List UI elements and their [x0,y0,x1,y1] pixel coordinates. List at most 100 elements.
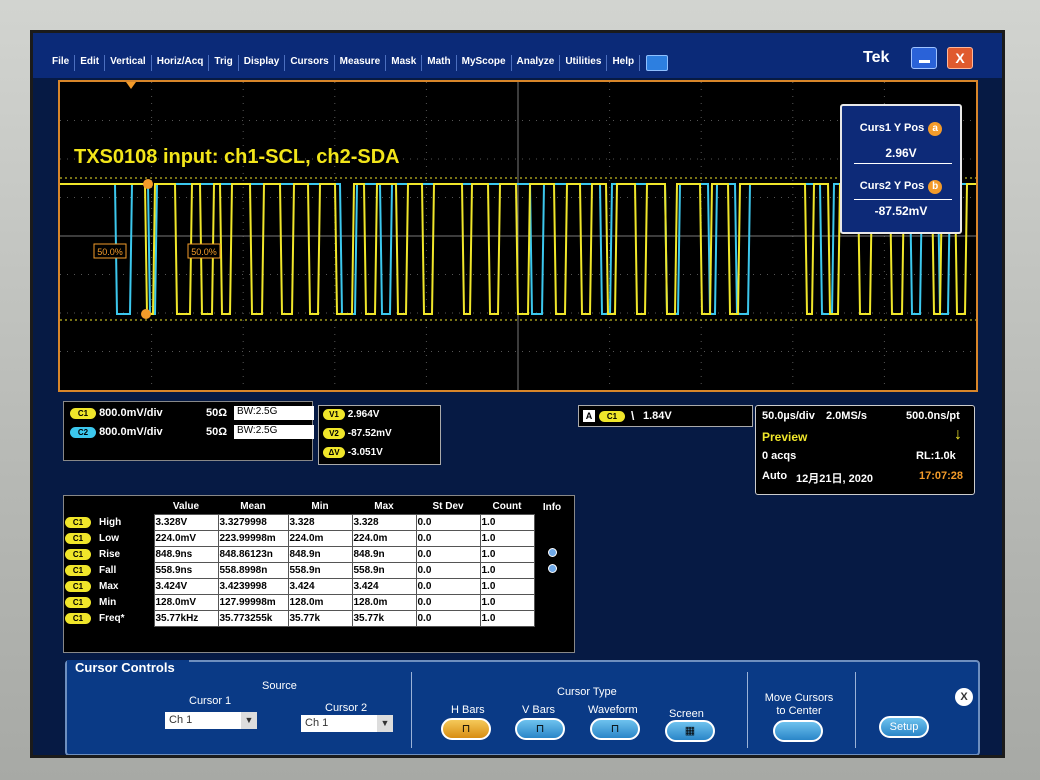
menu-file[interactable]: File [47,55,76,71]
ch2-row[interactable]: C2 800.0mV/div [70,426,163,438]
help-icon-button[interactable] [646,55,669,71]
menu-cursors[interactable]: Cursors [285,55,335,71]
setup-button[interactable]: Setup [879,716,929,738]
cell-value: 848.9ns [153,545,219,563]
cell-stdev: 0.0 [415,577,481,595]
cell-info [534,562,570,578]
screen-button[interactable]: ▦ [665,720,715,742]
acq-count: 0 acqs [762,450,797,462]
channel-info-panel[interactable]: C1 800.0mV/div 50Ω BW:2.5G C2 800.0mV/di… [63,401,314,461]
cell-min: 3.424 [287,577,353,595]
channel-badge: C1 [65,564,91,576]
ch1-badge: C1 [70,408,96,419]
close-button[interactable]: X [947,47,973,69]
cursor-controls-panel: Cursor Controls Source Cursor 1 Ch 1 ▼ Cu… [65,660,980,755]
curs1-label: Curs1 Y Pos [859,122,925,134]
cell-max: 224.0m [351,529,417,547]
menu-analyze[interactable]: Analyze [512,55,561,71]
menu-myscope[interactable]: MyScope [457,55,512,71]
header-spacer [64,500,154,514]
table-row[interactable]: C1 High 3.328V 3.3279998 3.328 3.328 0.0 1.0 [64,513,570,531]
minimize-icon [919,60,930,63]
measurement-name: Fall [99,564,117,576]
divider [854,199,952,200]
acquisition-panel[interactable]: 50.0µs/div 2.0MS/s 500.0ns/pt Preview ↓ … [755,405,975,495]
measurement-name: Max [99,580,119,592]
table-row[interactable]: C1 Max 3.424V 3.4239998 3.424 3.424 0.0 1.0 [64,577,570,595]
curs1-label-row: Curs1 Y Pos a [842,122,960,136]
info-icon[interactable] [547,564,557,573]
screen-label: Screen [669,708,704,720]
measurement-name: High [99,516,122,528]
measurement-table: Value Mean Min Max St Dev Count Info C1 H… [64,500,570,627]
cell-info [534,610,570,626]
cursor1-source-value: Ch 1 [169,714,193,726]
col-header: Min [311,501,329,513]
menu-bar: File Edit Vertical Horiz/Acq Trig Display Curs… [33,33,1002,78]
ch1-scale: 800.0mV/div [99,407,163,419]
cell-min: 558.9n [287,561,353,579]
hbars-icon: ⊓ [461,723,471,735]
col-header: Max [374,501,394,513]
menu-mask[interactable]: Mask [386,55,423,71]
v2-row: V2 -87.52mV [323,428,392,439]
menu-help[interactable]: Help [607,55,641,71]
curs1-marker-icon: a [928,122,943,136]
ch2-bandwidth: BW:2.5G [234,425,314,439]
cell-max: 3.328 [351,513,417,531]
table-row[interactable]: C1 Low 224.0mV 223.99998m 224.0m 224.0m 0.0 1.0 [64,529,570,547]
cursor1-source-select[interactable]: Ch 1 ▼ [165,712,257,729]
menu-display[interactable]: Display [239,55,286,71]
cell-info [534,514,570,530]
cell-mean: 223.99998m [217,529,289,547]
minimize-button[interactable] [911,47,937,69]
source-label: Source [262,680,297,692]
cell-mean: 35.773255k [217,609,289,627]
info-icon[interactable] [547,548,557,557]
col-header: Count [492,501,522,513]
cursor-values-panel[interactable]: V1 2.964V V2 -87.52mV ΔV -3.051V [318,405,441,465]
ch2-impedance: 50Ω [206,426,228,438]
waveform-button[interactable]: ⊓ [590,718,640,740]
table-row[interactable]: C1 Fall 558.9ns 558.8998n 558.9n 558.9n 0.0 1.0 [64,561,570,579]
menu-measure[interactable]: Measure [335,55,387,71]
hbars-label: H Bars [451,704,485,716]
v1-badge: V1 [323,409,345,420]
menu-trig[interactable]: Trig [209,55,239,71]
cell-value: 224.0mV [153,529,219,547]
waveform-graticule[interactable]: 50.0% 50.0% TXS0108 input: ch1-SCL, ch2-S… [58,80,978,392]
move-cursors-center-button[interactable] [773,720,823,742]
table-row[interactable]: C1 Rise 848.9ns 848.86123n 848.9n 848.9n 0.0 1.… [64,545,570,563]
menu-math[interactable]: Math [422,55,457,71]
cell-mean: 848.86123n [217,545,289,563]
cell-stdev: 0.0 [415,529,481,547]
cursor-b-marker-icon [141,309,151,319]
trigger-position-icon [126,82,136,89]
menu-horiz-acq[interactable]: Horiz/Acq [152,55,210,71]
measurement-name-cell: C1 Fall [64,562,154,578]
cell-mean: 3.4239998 [217,577,289,595]
divider [747,672,748,748]
ch1-row[interactable]: C1 800.0mV/div [70,407,163,419]
cell-min: 35.77k [287,609,353,627]
vbars-button[interactable]: ⊓ [515,718,565,740]
cursor-type-label: Cursor Type [557,686,617,698]
acq-status: Preview [762,430,808,444]
menu-vertical[interactable]: Vertical [105,55,152,71]
trigger-readout[interactable]: A C1 \ 1.84V [578,405,753,427]
close-panel-button[interactable]: X [955,688,973,706]
menu-utilities[interactable]: Utilities [560,55,608,71]
channel-badge: C1 [65,532,91,544]
time: 17:07:28 [919,470,964,482]
hbars-button[interactable]: ⊓ [441,718,491,740]
table-row[interactable]: C1 Min 128.0mV 127.99998m 128.0m 128.0m 0.0 1.0 [64,593,570,611]
menu-edit[interactable]: Edit [75,55,106,71]
cursor-controls-tab[interactable]: Cursor Controls [67,660,189,680]
channel-badge: C1 [65,596,91,608]
divider [854,163,952,164]
cursor2-source-select[interactable]: Ch 1 ▼ [301,715,393,732]
measurement-table-panel[interactable]: Value Mean Min Max St Dev Count Info C1 H… [63,495,575,653]
cell-max: 3.424 [351,577,417,595]
table-row[interactable]: C1 Freq* 35.77kHz 35.773255k 35.77k 35.77k 0.0… [64,609,570,627]
record-length: RL:1.0k [916,450,956,462]
